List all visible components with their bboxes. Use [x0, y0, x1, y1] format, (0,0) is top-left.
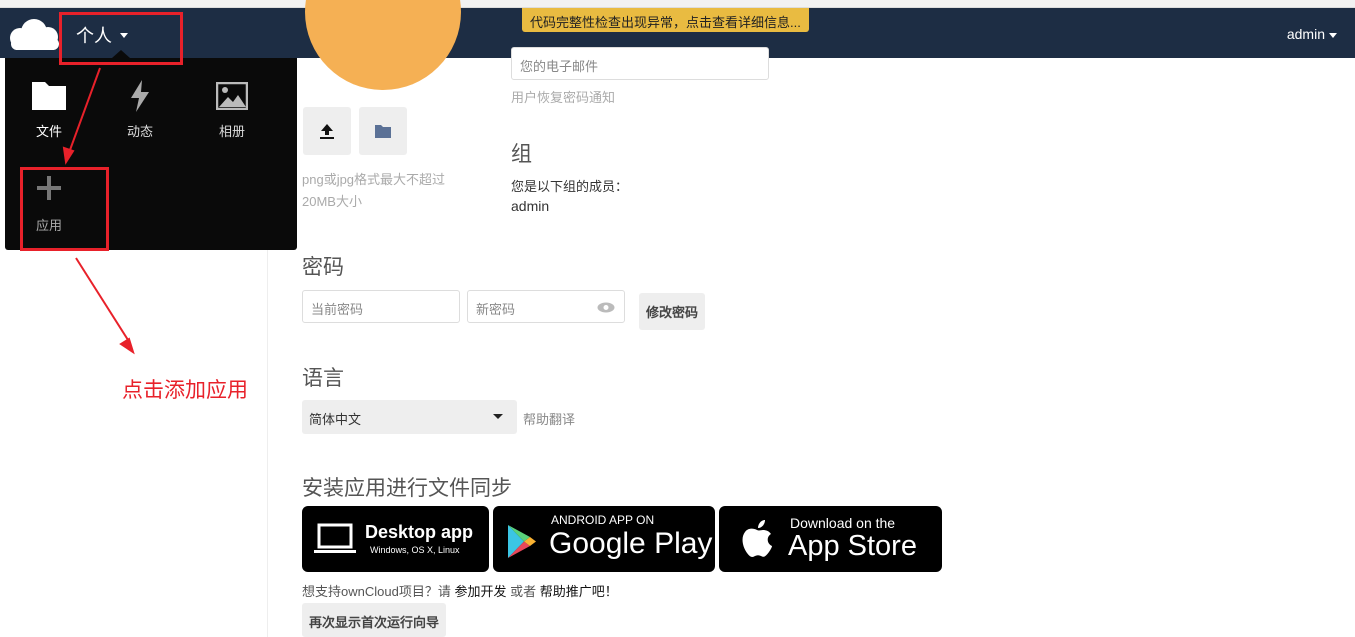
- caret-down-icon: [1329, 33, 1337, 38]
- google-play-icon: [508, 525, 536, 558]
- google-play-badge[interactable]: ANDROID APP ON Google Play: [493, 506, 715, 572]
- apple-icon: [742, 520, 772, 557]
- select-avatar-button[interactable]: [359, 107, 407, 155]
- current-password-field[interactable]: 当前密码: [302, 290, 460, 323]
- sync-title: 安装应用进行文件同步: [302, 477, 512, 500]
- groups-title: 组: [511, 143, 532, 166]
- laptop-icon: [314, 523, 356, 553]
- upload-icon: [320, 124, 334, 139]
- eye-icon[interactable]: [597, 302, 615, 313]
- ios-main: App Store: [788, 530, 917, 562]
- folder-icon: [375, 125, 391, 138]
- language-select[interactable]: 简体中文: [302, 400, 517, 434]
- support-text: 想支持ownCloud项目？请 参加开发 或者 帮助推广吧！: [302, 581, 618, 600]
- android-top: ANDROID APP ON: [551, 513, 655, 527]
- integrity-warning[interactable]: 代码完整性检查出现异常，点击查看详细信息...: [522, 8, 809, 32]
- support-prefix: 想支持ownCloud项目？请: [302, 584, 455, 599]
- password-title: 密码: [302, 256, 344, 279]
- desktop-sub: Windows, OS X, Linux: [370, 545, 460, 555]
- annotation-text: 点击添加应用: [122, 379, 248, 402]
- upload-avatar-button[interactable]: [303, 107, 351, 155]
- support-mid: 或者: [506, 584, 540, 599]
- groups-value: admin: [511, 198, 550, 214]
- android-main: Google Play: [549, 527, 713, 560]
- contribute-link[interactable]: 参加开发: [454, 584, 506, 599]
- ios-top: Download on the: [790, 515, 896, 531]
- annotation-arrows: [62, 67, 135, 355]
- help-translate-link[interactable]: 帮助翻译: [523, 409, 575, 428]
- email-hint: 用户恢复密码通知: [511, 90, 616, 105]
- caret-down-icon: [493, 414, 503, 419]
- avatar: [305, 0, 461, 90]
- promote-link[interactable]: 帮助推广吧！: [540, 584, 618, 599]
- email-field[interactable]: 您的电子邮件: [511, 47, 769, 80]
- user-menu[interactable]: admin: [1287, 26, 1325, 42]
- desktop-app-badge[interactable]: Desktop app Windows, OS X, Linux: [302, 506, 489, 572]
- language-value: 简体中文: [309, 412, 362, 427]
- app-store-badge[interactable]: Download on the App Store: [719, 506, 942, 572]
- language-title: 语言: [302, 367, 344, 390]
- first-run-wizard-button[interactable]: 再次显示首次运行向导: [302, 603, 447, 637]
- avatar-hint: png或jpg格式最大不超过 20MB大小: [302, 172, 446, 209]
- change-password-button[interactable]: 修改密码: [639, 293, 706, 330]
- desktop-title: Desktop app: [365, 522, 474, 542]
- groups-text: 您是以下组的成员：: [511, 179, 629, 194]
